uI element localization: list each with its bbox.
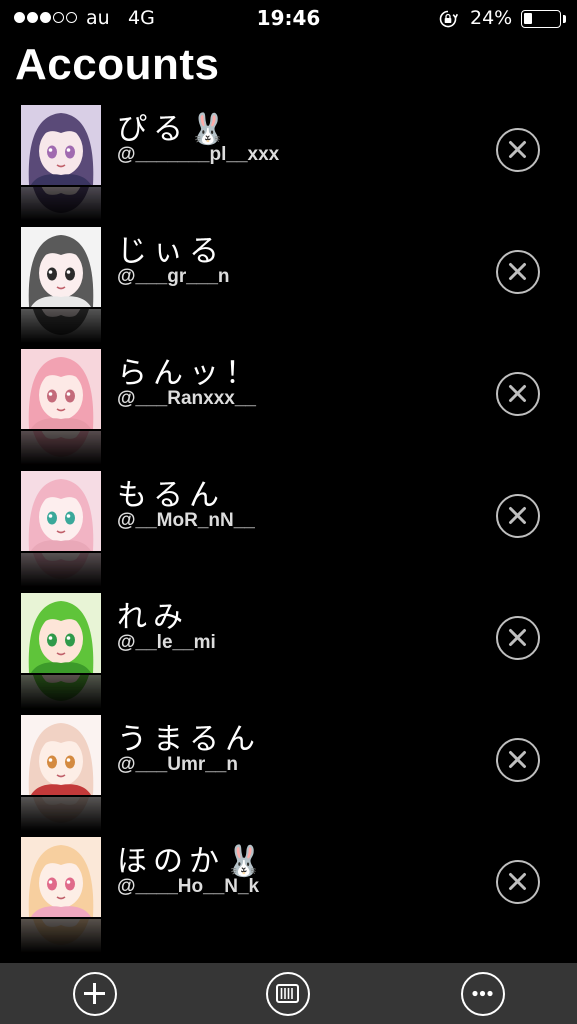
avatar [21, 227, 101, 307]
columns-icon [276, 984, 299, 1003]
close-icon [509, 873, 526, 890]
account-list: ぴる🐰 @_______pl__xxx じぃる @___gr___n らんッ！ @___R… [0, 102, 577, 956]
status-bar: au 4G 19:46 24% [0, 0, 577, 36]
avatar-wrapper [21, 471, 101, 589]
account-name: れみ [117, 600, 189, 635]
avatar-wrapper [21, 227, 101, 345]
close-icon [509, 263, 526, 280]
battery-percentage: 24% [470, 7, 513, 29]
avatar-reflection [21, 431, 101, 465]
account-name: じぃる [117, 234, 225, 269]
columns-button[interactable] [266, 972, 310, 1016]
avatar [21, 349, 101, 429]
avatar [21, 593, 101, 673]
rotation-lock-icon [439, 10, 458, 28]
ellipsis-icon [472, 990, 493, 997]
battery-icon [521, 10, 561, 28]
close-icon [509, 507, 526, 524]
account-handle: @__MoR_nN__ [117, 510, 255, 531]
avatar-wrapper [21, 837, 101, 955]
battery-tip [563, 15, 566, 23]
account-handle: @_______pl__xxx [117, 144, 280, 165]
avatar-wrapper [21, 715, 101, 833]
avatar-wrapper [21, 105, 101, 223]
account-name: もるん [117, 478, 225, 513]
account-handle: @___Ranxxx__ [117, 388, 256, 409]
account-handle: @___Umr__n [117, 754, 238, 775]
account-row[interactable]: ほのか🐰 @____Ho__N_k [0, 834, 577, 956]
account-name: らんッ！ [117, 356, 261, 391]
more-options-button[interactable] [461, 972, 505, 1016]
bottom-toolbar [0, 963, 577, 1024]
remove-account-button[interactable] [496, 860, 540, 904]
remove-account-button[interactable] [496, 494, 540, 538]
account-name: ほのか🐰 [117, 844, 269, 879]
avatar-wrapper [21, 349, 101, 467]
account-row[interactable]: らんッ！ @___Ranxxx__ [0, 346, 577, 468]
account-name: ぴる🐰 [117, 112, 233, 147]
close-icon [509, 141, 526, 158]
remove-account-button[interactable] [496, 372, 540, 416]
avatar [21, 105, 101, 185]
close-icon [509, 751, 526, 768]
close-icon [509, 385, 526, 402]
avatar-wrapper [21, 593, 101, 711]
avatar-reflection [21, 797, 101, 831]
battery-level-fill [524, 13, 532, 24]
avatar [21, 715, 101, 795]
avatar [21, 471, 101, 551]
avatar-reflection [21, 187, 101, 221]
remove-account-button[interactable] [496, 250, 540, 294]
avatar-reflection [21, 919, 101, 953]
account-row[interactable]: うまるん @___Umr__n [0, 712, 577, 834]
account-name: うまるん [117, 722, 261, 757]
page-title: Accounts [15, 40, 220, 89]
account-row[interactable]: じぃる @___gr___n [0, 224, 577, 346]
avatar-reflection [21, 309, 101, 343]
remove-account-button[interactable] [496, 738, 540, 782]
account-handle: @__le__mi [117, 632, 216, 653]
close-icon [509, 629, 526, 646]
account-handle: @____Ho__N_k [117, 876, 260, 897]
account-row[interactable]: ぴる🐰 @_______pl__xxx [0, 102, 577, 224]
add-account-button[interactable] [73, 972, 117, 1016]
avatar [21, 837, 101, 917]
accounts-screen: au 4G 19:46 24% Accounts ぴる🐰 @_______pl__… [0, 0, 577, 1024]
remove-account-button[interactable] [496, 616, 540, 660]
account-row[interactable]: れみ @__le__mi [0, 590, 577, 712]
avatar-reflection [21, 553, 101, 587]
account-row[interactable]: もるん @__MoR_nN__ [0, 468, 577, 590]
remove-account-button[interactable] [496, 128, 540, 172]
plus-icon [84, 983, 105, 1004]
avatar-reflection [21, 675, 101, 709]
account-handle: @___gr___n [117, 266, 230, 287]
